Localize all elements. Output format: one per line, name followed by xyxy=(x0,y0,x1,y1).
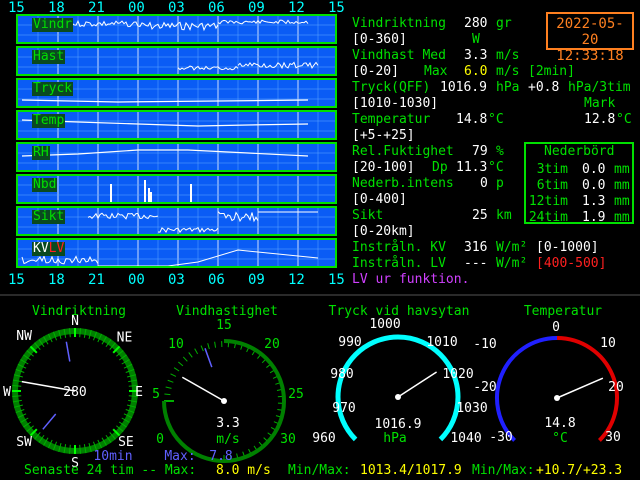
speed-tick xyxy=(173,367,180,372)
compass-avg-label: 10min xyxy=(93,449,132,464)
speed-tick-label: 20 xyxy=(264,337,280,352)
pressure-tick-label: 990 xyxy=(338,335,361,350)
pressure-tick-label: 1030 xyxy=(456,401,487,416)
speed-tick xyxy=(207,343,210,350)
speed-tick-label: 10 xyxy=(168,337,184,352)
pressure-needle xyxy=(397,371,438,398)
temp-hub xyxy=(554,395,560,401)
speed-max-mark xyxy=(204,348,213,368)
temp-tick-label: 30 xyxy=(605,430,621,445)
speed-tick xyxy=(182,356,188,362)
compass-label-ne: NE xyxy=(117,331,133,346)
temp-needle xyxy=(556,377,604,399)
compass-value: 280 xyxy=(63,385,86,400)
speed-hub xyxy=(221,398,227,404)
speed-tick xyxy=(178,361,184,367)
speed-value: 3.3 xyxy=(216,416,239,431)
speed-tick-label: 15 xyxy=(216,318,232,333)
speed-unit: m/s xyxy=(216,432,239,447)
footer-temp-label: Min/Max: xyxy=(472,463,535,478)
compass-label-se: SE xyxy=(118,435,134,450)
temp-value: 14.8 xyxy=(544,416,575,431)
pressure-tick-label: 1020 xyxy=(442,367,473,382)
temp-tick-label: -30 xyxy=(489,430,512,445)
compass-label-n: N xyxy=(71,314,79,329)
footer-pressure-label: Min/Max: xyxy=(288,463,351,478)
temp-unit: °C xyxy=(552,431,568,446)
pressure-unit: hPa xyxy=(383,431,406,446)
speed-needle xyxy=(181,376,225,402)
compass-gust-mark xyxy=(42,413,57,430)
pressure-tick-label: 1040 xyxy=(450,431,481,446)
footer-bar: Senaste 24 tim -- Max: 8.0 m/s Min/Max: … xyxy=(0,463,640,480)
temp-tick-label: 20 xyxy=(608,380,624,395)
temp-tick-label: 0 xyxy=(552,320,560,335)
compass-label-nw: NW xyxy=(16,329,32,344)
speed-tick-label: 25 xyxy=(288,387,304,402)
pressure-value: 1016.9 xyxy=(375,417,422,432)
gauge-area: NNEESESSWWNW28010min0510152025303.3m/sMa… xyxy=(3,314,624,471)
temp-tick-label: -10 xyxy=(473,337,496,352)
speed-tick xyxy=(188,352,193,358)
pressure-hub xyxy=(395,394,401,400)
speed-tick xyxy=(165,386,172,389)
temp-tick-label: -20 xyxy=(473,380,496,395)
footer-text: Senaste 24 tim -- Max: xyxy=(24,463,197,478)
speed-tick xyxy=(167,379,174,383)
speed-tick-label: 0 xyxy=(156,432,164,447)
speed-tick xyxy=(194,348,199,355)
speed-tick xyxy=(164,393,171,396)
speed-tick xyxy=(170,373,177,377)
speed-tick-label: 5 xyxy=(152,387,160,402)
speed-tick xyxy=(200,345,204,352)
pressure-tick-label: 960 xyxy=(312,431,335,446)
footer-temp-value: +10.7/+23.3 xyxy=(536,463,623,478)
compass-label-w: W xyxy=(3,385,11,400)
speed-tick xyxy=(214,341,217,348)
speed-max-value: 7.8 xyxy=(209,449,232,464)
speed-max-label: Max: xyxy=(164,449,195,464)
pressure-tick-label: 1000 xyxy=(369,317,400,332)
pressure-tick-label: 970 xyxy=(332,401,355,416)
compass-label-sw: SW xyxy=(16,435,32,450)
temp-tick-label: 10 xyxy=(600,336,616,351)
footer-pressure-value: 1013.4/1017.9 xyxy=(360,463,462,478)
compass-label-e: E xyxy=(135,385,143,400)
compass-gust-mark xyxy=(65,341,71,362)
pressure-tick-label: 1010 xyxy=(426,335,457,350)
speed-tick-label: 30 xyxy=(280,432,296,447)
pressure-tick-label: 980 xyxy=(330,367,353,382)
footer-max-wind: 8.0 m/s xyxy=(216,463,271,478)
